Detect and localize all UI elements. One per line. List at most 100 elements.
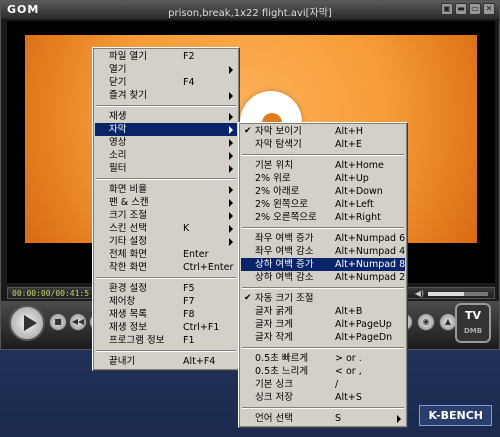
sub_menu-item-1[interactable]: 자막 탐색기 Alt+E <box>241 138 405 151</box>
sub_menu-item-4[interactable]: 2% 위로 Alt+Up <box>241 172 405 185</box>
menu-item-label: 상하 여백 증가 <box>255 259 314 270</box>
menu-item-shortcut: Alt+S <box>335 392 362 403</box>
submenu-arrow-icon <box>229 199 233 207</box>
sub_menu-item-21[interactable]: 기본 싱크 / <box>241 378 405 391</box>
menu-item-label: 환경 설정 <box>109 283 147 294</box>
volume-slider[interactable] <box>428 292 488 296</box>
maximize-button[interactable]: ▭ <box>469 3 481 15</box>
menu-item-shortcut: S <box>335 413 342 424</box>
main_menu-item-5[interactable]: 재생 <box>95 110 237 123</box>
sub_menu-item-16[interactable]: 글자 크게 Alt+PageUp <box>241 318 405 331</box>
menu-separator <box>96 277 236 279</box>
menu-item-shortcut: Alt+Down <box>335 186 383 197</box>
sub_menu-item-0[interactable]: ✔ 자막 보이기 Alt+H <box>241 125 405 138</box>
menu-separator <box>242 407 404 409</box>
sub_menu-item-15[interactable]: 글자 굵게 Alt+B <box>241 305 405 318</box>
close-button[interactable]: ✕ <box>483 3 495 15</box>
main_menu-item-3[interactable]: 즐겨 찾기 <box>95 89 237 102</box>
menu-item-label: 필터 <box>109 163 127 174</box>
menu-item-label: 재생 목록 <box>109 309 147 320</box>
main_menu-item-11[interactable]: 화면 비율 <box>95 183 237 196</box>
menu-item-label: 팬 & 스캔 <box>109 197 149 208</box>
main_menu-item-17[interactable]: 작한 화면 Ctrl+Enter <box>95 261 237 274</box>
rewind-button[interactable]: ◀◀ <box>69 313 87 331</box>
menu-item-shortcut: Alt+PageDn <box>335 332 393 343</box>
main_menu-item-14[interactable]: 스킨 선택 K <box>95 222 237 235</box>
tv-dmb-button[interactable]: TV DMB <box>455 303 491 343</box>
main_menu-item-7[interactable]: 영상 <box>95 136 237 149</box>
main_menu-item-19[interactable]: 환경 설정 F5 <box>95 282 237 295</box>
menu-item-label: 좌우 여백 증가 <box>255 233 314 244</box>
sub_menu-item-7[interactable]: 2% 오른쪽으로 Alt+Right <box>241 211 405 224</box>
menu-item-label: 크기 조절 <box>109 210 147 221</box>
main_menu-item-21[interactable]: 재생 목록 F8 <box>95 308 237 321</box>
submenu-arrow-icon <box>229 238 233 246</box>
menu-item-label: 닫기 <box>109 77 127 88</box>
brand-badge: K-BENCH <box>419 405 492 426</box>
main_menu-item-15[interactable]: 기타 설정 <box>95 235 237 248</box>
menu-item-shortcut: Alt+Up <box>335 173 369 184</box>
stop-button[interactable]: ■ <box>49 313 67 331</box>
sub_menu-item-20[interactable]: 0.5초 느리게 < or , <box>241 365 405 378</box>
menu-item-shortcut: F8 <box>183 309 195 320</box>
sub_menu-item-6[interactable]: 2% 왼쪽으로 Alt+Left <box>241 198 405 211</box>
menu-item-label: 자막 탐색기 <box>255 139 302 150</box>
capture-button[interactable]: ◉ <box>417 313 435 331</box>
menu-item-label: 좌우 여백 감소 <box>255 246 314 257</box>
menu-item-label: 2% 왼쪽으로 <box>255 199 309 210</box>
main_menu-item-20[interactable]: 제어창 F7 <box>95 295 237 308</box>
submenu-arrow-icon <box>397 415 401 423</box>
menu-separator <box>242 287 404 289</box>
main_menu-item-0[interactable]: 파일 열기 F2 <box>95 50 237 63</box>
menu-separator <box>96 105 236 107</box>
sub_menu-item-22[interactable]: 싱크 저장 Alt+S <box>241 391 405 404</box>
submenu-arrow-icon <box>229 186 233 194</box>
main_menu-item-23[interactable]: 프로그램 정보 F1 <box>95 334 237 347</box>
subtitle-submenu: ✔ 자막 보이기 Alt+H 자막 탐색기 Alt+E 기본 위치 Alt+Home 2% 위… <box>238 122 408 428</box>
pin-button[interactable]: ▣ <box>441 3 453 15</box>
minimize-button[interactable]: ▬ <box>455 3 467 15</box>
menu-item-label: 작한 화면 <box>109 262 147 273</box>
sub_menu-item-11[interactable]: 상하 여백 증가 Alt+Numpad 8 <box>241 258 405 271</box>
menu-item-shortcut: Alt+Numpad 8 <box>335 259 406 270</box>
menu-item-shortcut: F5 <box>183 283 195 294</box>
menu-item-shortcut: Alt+F4 <box>183 356 216 367</box>
main_menu-item-1[interactable]: 열기 <box>95 63 237 76</box>
tv-sub-label: DMB <box>463 327 483 335</box>
sub_menu-item-17[interactable]: 글자 작게 Alt+PageDn <box>241 331 405 344</box>
menu-item-label: 2% 오른쪽으로 <box>255 212 317 223</box>
sub_menu-item-9[interactable]: 좌우 여백 증가 Alt+Numpad 6 <box>241 232 405 245</box>
main_menu-item-2[interactable]: 닫기 F4 <box>95 76 237 89</box>
menu-item-shortcut: Alt+Home <box>335 160 384 171</box>
title-bar[interactable]: GOM prison,break,1x22 flight.avi[자막] ▣ ▬… <box>1 1 499 19</box>
menu-item-shortcut: F4 <box>183 77 195 88</box>
submenu-arrow-icon <box>229 66 233 74</box>
main_menu-item-13[interactable]: 크기 조절 <box>95 209 237 222</box>
sub_menu-item-3[interactable]: 기본 위치 Alt+Home <box>241 159 405 172</box>
context-menu: 파일 열기 F2 열기 닫기 F4 즐겨 찾기재생 자막 영상 소리 필터화면 비율 팬 & 스캔크… <box>92 47 240 371</box>
menu-item-shortcut: Alt+B <box>335 306 363 317</box>
sub_menu-item-19[interactable]: 0.5초 빠르게 > or . <box>241 352 405 365</box>
main_menu-item-12[interactable]: 팬 & 스캔 <box>95 196 237 209</box>
submenu-arrow-icon <box>229 126 233 134</box>
sub_menu-item-24[interactable]: 언어 선택 S <box>241 412 405 425</box>
submenu-arrow-icon <box>229 92 233 100</box>
sub_menu-item-14[interactable]: ✔ 자동 크기 조절 <box>241 292 405 305</box>
menu-item-shortcut: / <box>335 379 339 390</box>
menu-item-label: 끝내기 <box>109 356 136 367</box>
sub_menu-item-10[interactable]: 좌우 여백 감소 Alt+Numpad 4 <box>241 245 405 258</box>
window-buttons: ▣ ▬ ▭ ✕ <box>441 3 495 15</box>
main_menu-item-9[interactable]: 필터 <box>95 162 237 175</box>
sub_menu-item-12[interactable]: 상하 여백 감소 Alt+Numpad 2 <box>241 271 405 284</box>
main_menu-item-6[interactable]: 자막 <box>95 123 237 136</box>
main_menu-item-8[interactable]: 소리 <box>95 149 237 162</box>
menu-separator <box>96 178 236 180</box>
main_menu-item-22[interactable]: 재생 정보 Ctrl+F1 <box>95 321 237 334</box>
play-button[interactable] <box>9 305 45 341</box>
main_menu-item-16[interactable]: 전체 화면 Enter <box>95 248 237 261</box>
menu-item-label: 2% 아래로 <box>255 186 300 197</box>
main_menu-item-25[interactable]: 끝내기 Alt+F4 <box>95 355 237 368</box>
volume-icon[interactable]: ◀) <box>415 289 424 298</box>
sub_menu-item-5[interactable]: 2% 아래로 Alt+Down <box>241 185 405 198</box>
menu-item-shortcut: Alt+E <box>335 139 362 150</box>
